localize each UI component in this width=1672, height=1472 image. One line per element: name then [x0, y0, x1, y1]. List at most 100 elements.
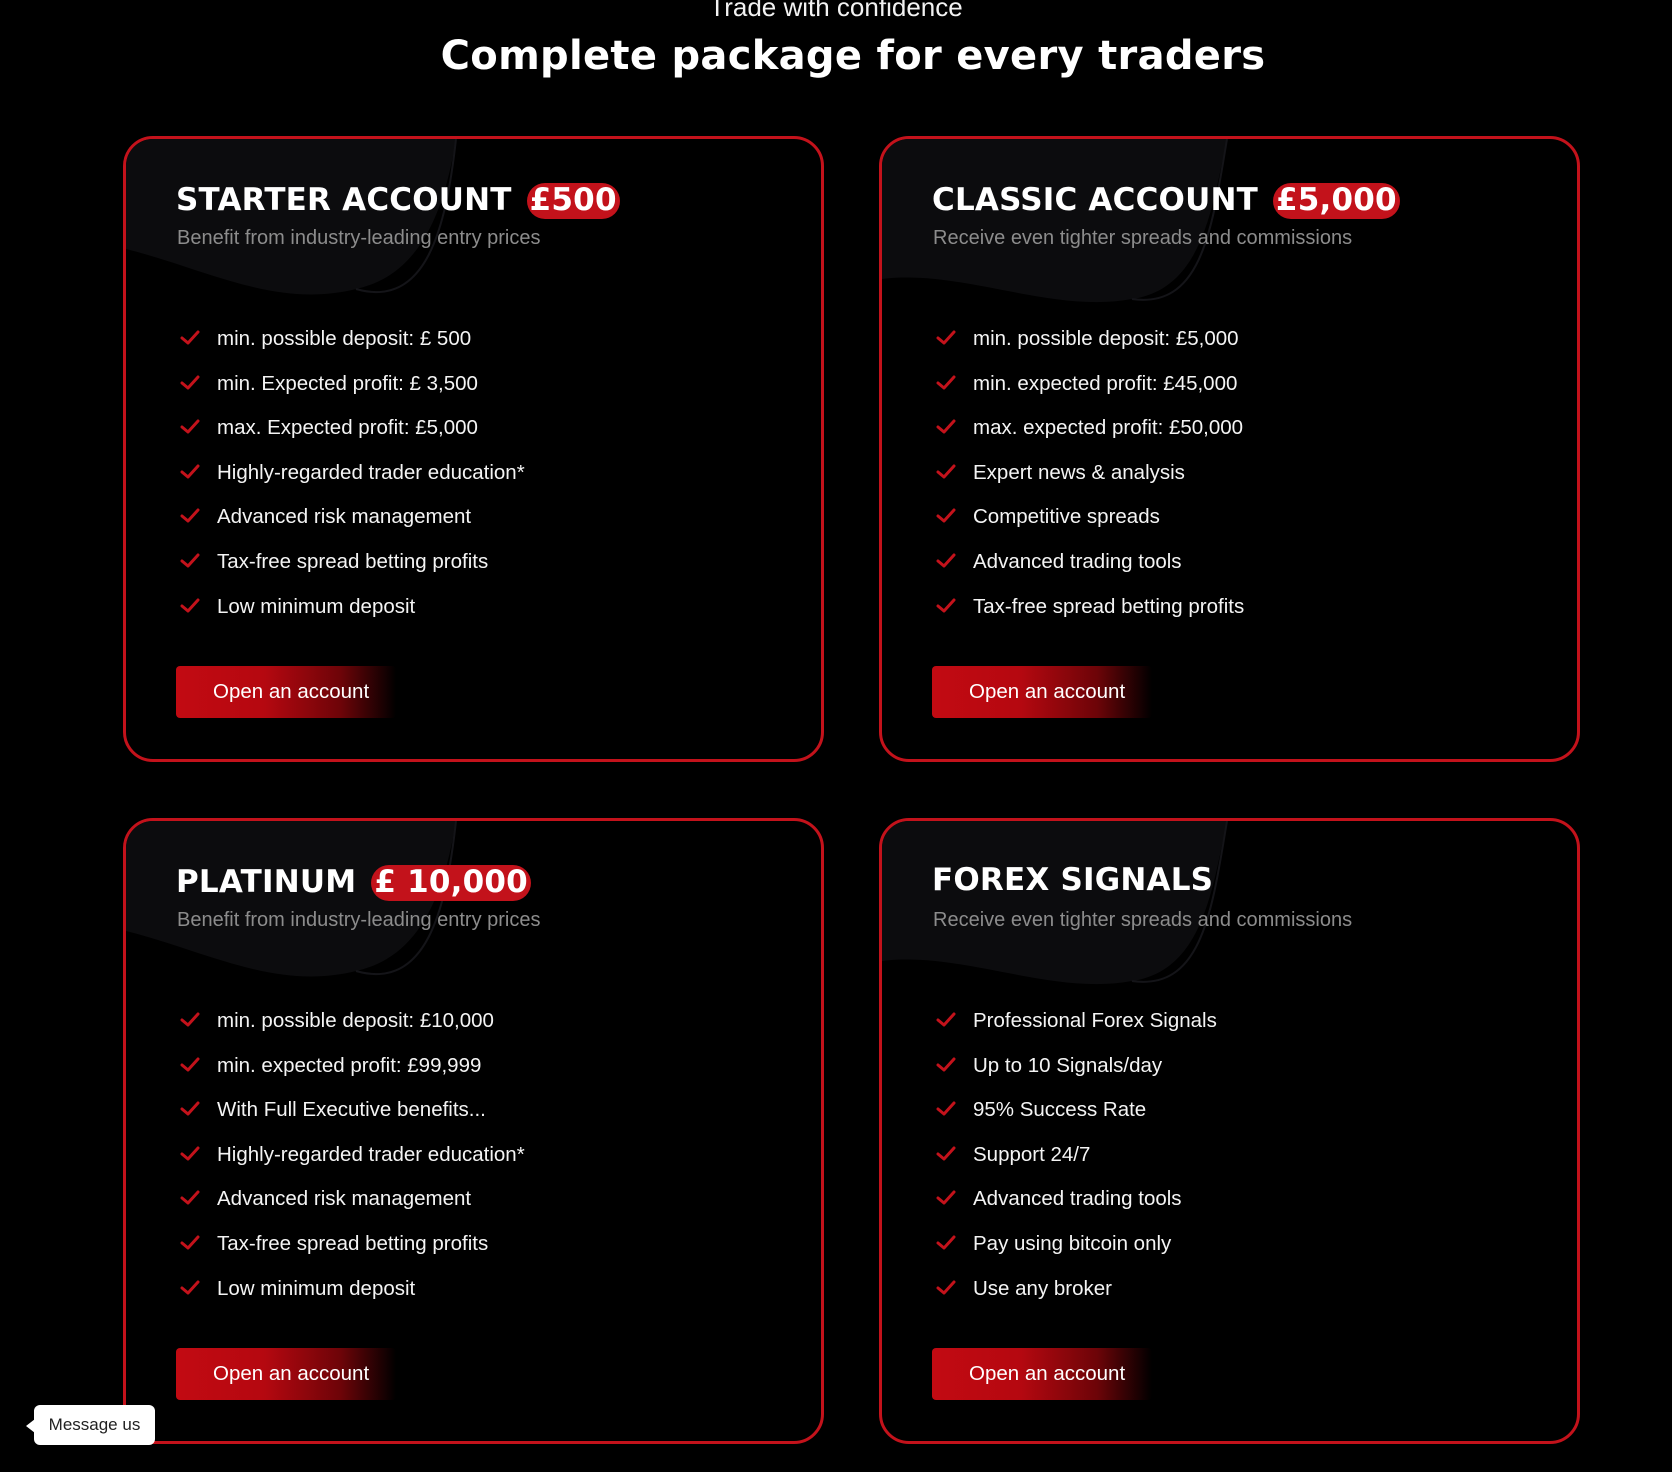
feature-item: max. expected profit: £50,000: [936, 416, 1244, 461]
feature-text: min. possible deposit: £10,000: [217, 1009, 494, 1032]
plan-name: STARTER ACCOUNT: [176, 182, 512, 218]
check-icon: [936, 553, 956, 568]
plan-title: STARTER ACCOUNT £500: [176, 183, 620, 219]
message-us-chat-button[interactable]: Message us: [26, 1405, 155, 1445]
feature-item: Advanced risk management: [180, 1187, 525, 1232]
feature-text: Use any broker: [973, 1276, 1113, 1300]
plan-name: PLATINUM: [176, 864, 357, 900]
plan-subtitle: Receive even tighter spreads and commiss…: [933, 909, 1353, 931]
feature-item: Competitive spreads: [936, 505, 1244, 550]
check-icon: [180, 598, 200, 613]
check-icon: [936, 1190, 956, 1205]
feature-text: min. possible deposit: £ 500: [217, 327, 472, 350]
plan-card-forex-signals: FOREX SIGNALS Receive even tighter sprea…: [879, 818, 1580, 1444]
plan-title: FOREX SIGNALS: [932, 865, 1213, 896]
feature-text: Highly-regarded trader education*: [217, 460, 525, 484]
feature-text: With Full Executive benefits...: [217, 1098, 486, 1122]
section-eyebrow: Trade with confidence: [709, 0, 963, 22]
open-account-button[interactable]: Open an account: [932, 666, 1152, 718]
feature-text: Support 24/7: [973, 1142, 1091, 1166]
check-icon: [936, 1146, 956, 1161]
feature-text: Low minimum deposit: [217, 594, 416, 618]
check-icon: [180, 508, 200, 523]
plan-title: PLATINUM £ 10,000: [176, 865, 531, 901]
feature-text: 95% Success Rate: [973, 1098, 1147, 1122]
open-account-button[interactable]: Open an account: [932, 1348, 1152, 1400]
feature-item: Pay using bitcoin only: [936, 1232, 1217, 1277]
feature-text: Competitive spreads: [973, 505, 1160, 529]
plan-card-classic: CLASSIC ACCOUNT £5,000 Receive even tigh…: [879, 136, 1580, 762]
check-icon: [936, 330, 956, 345]
plan-subtitle: Receive even tighter spreads and commiss…: [933, 227, 1353, 249]
plan-card-platinum: PLATINUM £ 10,000 Benefit from industry-…: [123, 818, 824, 1444]
plan-price-badge: £500: [526, 183, 620, 219]
feature-item: With Full Executive benefits...: [180, 1098, 525, 1143]
feature-item: min. possible deposit: £10,000: [180, 1009, 525, 1054]
check-icon: [936, 1101, 956, 1116]
check-icon: [936, 419, 956, 434]
feature-item: min. Expected profit: £ 3,500: [180, 372, 525, 417]
feature-item: Low minimum deposit: [180, 595, 525, 640]
feature-item: Use any broker: [936, 1277, 1217, 1322]
feature-item: min. expected profit: £45,000: [936, 372, 1244, 417]
plan-subtitle: Benefit from industry-leading entry pric…: [177, 227, 541, 249]
feature-item: Support 24/7: [936, 1143, 1217, 1188]
feature-text: Advanced trading tools: [973, 549, 1182, 573]
feature-item: Low minimum deposit: [180, 1277, 525, 1322]
check-icon: [180, 553, 200, 568]
check-icon: [180, 1012, 200, 1027]
feature-text: max. Expected profit: £5,000: [217, 416, 478, 440]
feature-text: Advanced risk management: [217, 1187, 472, 1211]
plan-title: CLASSIC ACCOUNT £5,000: [932, 183, 1400, 219]
check-icon: [936, 1057, 956, 1072]
open-account-button[interactable]: Open an account: [176, 666, 396, 718]
check-icon: [936, 1012, 956, 1027]
plan-price-badge: £5,000: [1272, 183, 1400, 219]
check-icon: [936, 375, 956, 390]
feature-list: min. possible deposit: £5,000 min. expec…: [936, 327, 1244, 639]
feature-item: Tax-free spread betting profits: [180, 1232, 525, 1277]
feature-list: min. possible deposit: £10,000 min. expe…: [180, 1009, 525, 1321]
check-icon: [180, 1057, 200, 1072]
feature-item: Professional Forex Signals: [936, 1009, 1217, 1054]
feature-text: Professional Forex Signals: [973, 1009, 1217, 1032]
check-icon: [936, 1280, 956, 1295]
feature-item: max. Expected profit: £5,000: [180, 416, 525, 461]
check-icon: [180, 419, 200, 434]
plan-subtitle: Benefit from industry-leading entry pric…: [177, 909, 541, 931]
feature-list: Professional Forex Signals Up to 10 Sign…: [936, 1009, 1217, 1321]
plan-name: CLASSIC ACCOUNT: [932, 182, 1258, 218]
feature-text: min. expected profit: £99,999: [217, 1053, 482, 1077]
feature-item: Highly-regarded trader education*: [180, 461, 525, 506]
check-icon: [936, 508, 956, 523]
check-icon: [180, 1280, 200, 1295]
section-title: Complete package for every traders: [440, 33, 1266, 79]
check-icon: [180, 375, 200, 390]
check-icon: [180, 1235, 200, 1250]
feature-text: Highly-regarded trader education*: [217, 1142, 525, 1166]
plan-price-badge: £ 10,000: [371, 865, 531, 901]
feature-text: Up to 10 Signals/day: [973, 1053, 1163, 1077]
feature-item: min. possible deposit: £5,000: [936, 327, 1244, 372]
feature-text: Tax-free spread betting profits: [217, 549, 489, 573]
feature-text: max. expected profit: £50,000: [973, 416, 1244, 440]
feature-text: Pay using bitcoin only: [973, 1231, 1172, 1255]
feature-item: min. possible deposit: £ 500: [180, 327, 525, 372]
feature-text: Low minimum deposit: [217, 1276, 416, 1300]
feature-item: Up to 10 Signals/day: [936, 1054, 1217, 1099]
check-icon: [936, 598, 956, 613]
check-icon: [180, 464, 200, 479]
check-icon: [936, 1235, 956, 1250]
feature-text: Tax-free spread betting profits: [973, 594, 1245, 618]
feature-text: Tax-free spread betting profits: [217, 1231, 489, 1255]
open-account-button[interactable]: Open an account: [176, 1348, 396, 1400]
feature-item: Expert news & analysis: [936, 461, 1244, 506]
feature-item: min. expected profit: £99,999: [180, 1054, 525, 1099]
feature-text: Expert news & analysis: [973, 460, 1185, 484]
check-icon: [180, 1146, 200, 1161]
feature-item: 95% Success Rate: [936, 1098, 1217, 1143]
check-icon: [180, 1101, 200, 1116]
feature-item: Advanced risk management: [180, 505, 525, 550]
feature-item: Advanced trading tools: [936, 550, 1244, 595]
feature-text: Advanced trading tools: [973, 1187, 1182, 1211]
